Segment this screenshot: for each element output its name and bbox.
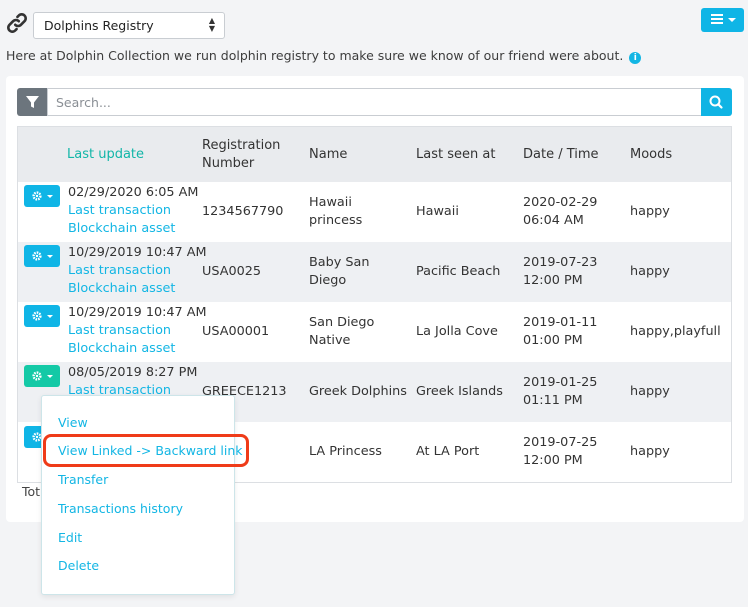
caret-down-icon — [47, 315, 53, 318]
table-row: 10/29/2019 10:47 AM Last transaction Blo… — [18, 242, 731, 302]
top-bar: Dolphins Registry ▲ ▼ — [0, 0, 748, 48]
datetime-cell: 2019-01-11 01:00 PM — [523, 315, 598, 348]
total-count: Tot — [22, 484, 41, 499]
datetime-cell: 2019-07-25 12:00 PM — [523, 435, 598, 468]
select-arrows-icon: ▲ ▼ — [208, 16, 215, 33]
intro-text-label: Here at Dolphin Collection we run dolphi… — [6, 48, 624, 63]
link-icon[interactable] — [5, 11, 29, 35]
header-moods[interactable]: Moods — [630, 127, 672, 182]
highlight-annotation — [43, 434, 249, 467]
moods-cell: happy — [630, 384, 670, 399]
search-input[interactable] — [47, 88, 702, 116]
caret-down-icon — [47, 255, 53, 258]
header-last-seen[interactable]: Last seen at — [416, 127, 495, 182]
last-seen-cell: At LA Port — [416, 444, 480, 459]
name-cell: Baby San Diego — [309, 255, 370, 288]
table-header: Last update Registration Number Name Las… — [18, 127, 731, 182]
table-row: 10/29/2019 10:47 AM Last transaction Blo… — [18, 302, 731, 362]
moods-cell: happy,playfull — [630, 324, 721, 339]
search-icon — [709, 95, 723, 109]
registration-cell: USA00001 — [202, 324, 270, 339]
registration-cell: 1234567790 — [202, 204, 284, 219]
name-cell: Hawaii princess — [309, 195, 363, 228]
blockchain-asset-link[interactable]: Blockchain asset — [68, 340, 207, 358]
gear-icon — [32, 191, 42, 201]
info-icon[interactable]: i — [629, 52, 642, 64]
search-button[interactable] — [701, 88, 732, 116]
gear-icon — [32, 251, 42, 261]
last-update-cell: 02/29/2020 6:05 AM Last transaction Bloc… — [68, 184, 198, 238]
moods-cell: happy — [630, 264, 670, 279]
last-seen-cell: Greek Islands — [416, 384, 503, 399]
last-seen-cell: Hawaii — [416, 204, 459, 219]
last-seen-cell: La Jolla Cove — [416, 324, 498, 339]
menu-button[interactable] — [701, 8, 744, 32]
last-transaction-link[interactable]: Last transaction — [68, 202, 198, 220]
menu-item-delete[interactable]: Delete — [58, 558, 99, 573]
blockchain-asset-link[interactable]: Blockchain asset — [68, 220, 198, 238]
menu-item-view[interactable]: View — [58, 415, 88, 430]
caret-down-icon — [47, 195, 53, 198]
header-name[interactable]: Name — [309, 127, 347, 182]
caret-down-icon — [47, 375, 53, 378]
row-actions-dropdown: View View Linked -> Backward link Transf… — [41, 395, 243, 595]
menu-item-transfer[interactable]: Transfer — [58, 472, 108, 487]
updated-date: 10/29/2019 10:47 AM — [68, 305, 207, 320]
last-transaction-link[interactable]: Last transaction — [68, 262, 207, 280]
name-cell: LA Princess — [309, 444, 382, 459]
name-cell: Greek Dolphins — [309, 384, 407, 399]
updated-date: 08/05/2019 8:27 PM — [68, 365, 198, 380]
header-date-time[interactable]: Date / Time — [523, 127, 599, 182]
header-last-update[interactable]: Last update — [67, 127, 144, 182]
menu-item-edit[interactable]: Edit — [58, 530, 82, 545]
filter-icon — [26, 96, 39, 108]
last-update-cell: 10/29/2019 10:47 AM Last transaction Blo… — [68, 244, 207, 298]
bars-icon — [711, 14, 723, 24]
name-cell: San Diego Native — [309, 315, 375, 348]
blockchain-asset-link[interactable]: Blockchain asset — [68, 280, 207, 298]
filter-button[interactable] — [17, 88, 48, 116]
last-transaction-link[interactable]: Last transaction — [68, 322, 207, 340]
caret-down-icon — [728, 18, 736, 22]
datetime-cell: 2019-01-25 01:11 PM — [523, 375, 598, 408]
registration-cell: USA0025 — [202, 264, 262, 279]
moods-cell: happy — [630, 204, 670, 219]
menu-item-transactions-history[interactable]: Transactions history — [58, 501, 183, 516]
table-row: 02/29/2020 6:05 AM Last transaction Bloc… — [18, 182, 731, 242]
updated-date: 02/29/2020 6:05 AM — [68, 185, 199, 200]
row-actions-button[interactable] — [24, 245, 60, 267]
gear-icon — [32, 371, 42, 381]
header-registration-number[interactable]: Registration Number — [202, 127, 292, 182]
datetime-cell: 2020-02-29 06:04 AM — [523, 195, 598, 228]
last-seen-cell: Pacific Beach — [416, 264, 501, 279]
last-update-cell: 10/29/2019 10:47 AM Last transaction Blo… — [68, 304, 207, 358]
row-actions-button[interactable] — [24, 185, 60, 207]
datetime-cell: 2019-07-23 12:00 PM — [523, 255, 598, 288]
updated-date: 10/29/2019 10:47 AM — [68, 245, 207, 260]
intro-text: Here at Dolphin Collection we run dolphi… — [6, 48, 642, 64]
registry-select[interactable]: Dolphins Registry ▲ ▼ — [33, 12, 225, 39]
gear-icon — [32, 311, 42, 321]
row-actions-button[interactable] — [24, 365, 60, 387]
moods-cell: happy — [630, 444, 670, 459]
registry-select-value: Dolphins Registry — [44, 18, 154, 33]
row-actions-button[interactable] — [24, 305, 60, 327]
